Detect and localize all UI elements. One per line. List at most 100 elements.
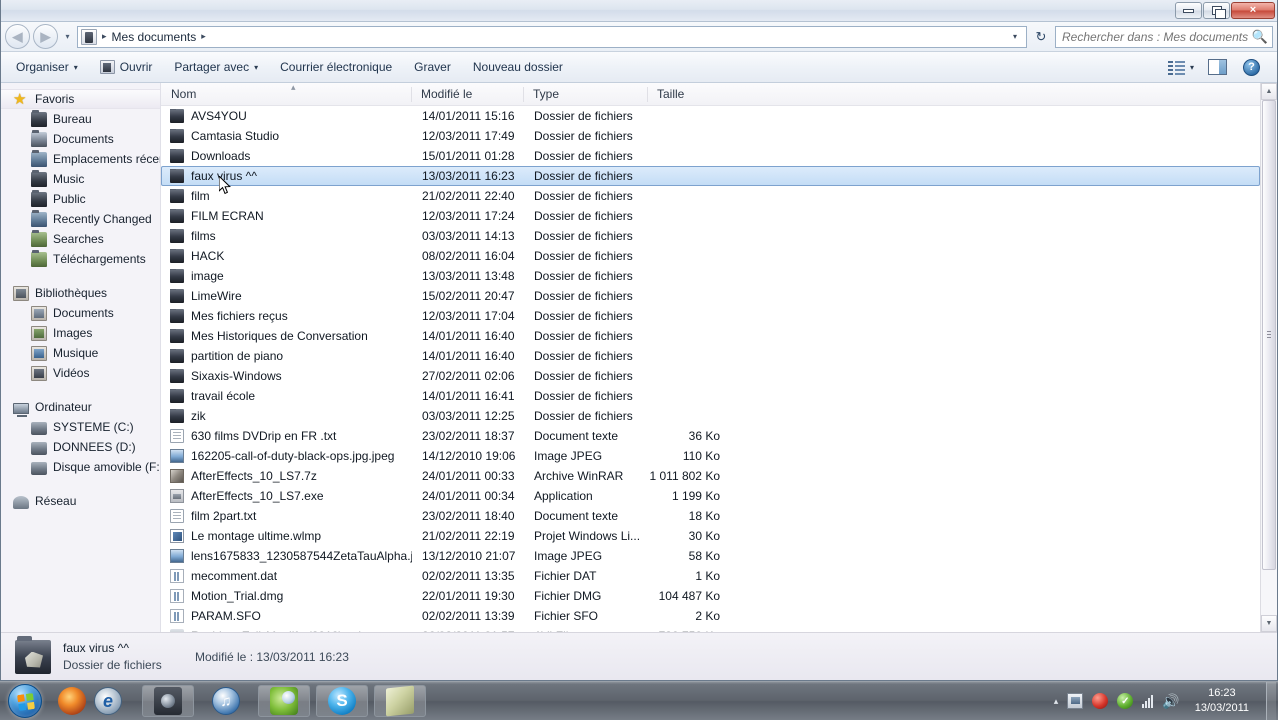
firefox-icon[interactable]: [58, 687, 86, 715]
sidebar-item-favoris[interactable]: Favoris: [1, 89, 160, 109]
taskbar-button-itunes[interactable]: [200, 685, 252, 717]
cell-name: zik: [162, 409, 412, 423]
taskbar-button-notepad[interactable]: [374, 685, 426, 717]
change-view-button[interactable]: ▾: [1163, 55, 1199, 79]
history-dropdown-button[interactable]: ▾: [61, 24, 74, 49]
table-row[interactable]: films 03/03/2011 14:13 Dossier de fichiers: [161, 226, 1260, 246]
column-header-name[interactable]: Nom ▴: [161, 82, 411, 106]
table-row[interactable]: LimeWire 15/02/2011 20:47 Dossier de fichi…: [161, 286, 1260, 306]
address-dropdown-icon[interactable]: ▾: [1007, 27, 1023, 47]
sidebar-item-library-documents[interactable]: Documents: [1, 303, 160, 323]
table-row[interactable]: lens1675833_1230587544ZetaTauAlpha.jp...…: [161, 546, 1260, 566]
forward-button[interactable]: ▶: [33, 24, 58, 49]
table-row[interactable]: travail école 14/01/2011 16:41 Dossier de …: [161, 386, 1260, 406]
table-row[interactable]: Mes Historiques de Conversation 14/01/201…: [161, 326, 1260, 346]
table-row[interactable]: film 21/02/2011 22:40 Dossier de fichiers: [161, 186, 1260, 206]
sidebar-item-ordinateur[interactable]: Ordinateur: [1, 397, 160, 417]
close-button[interactable]: ×: [1231, 2, 1275, 19]
table-row[interactable]: AVS4YOU 14/01/2011 15:16 Dossier de fichie…: [161, 106, 1260, 126]
search-box[interactable]: 🔍: [1055, 25, 1273, 48]
table-row[interactable]: Le montage ultime.wlmp 21/02/2011 22:19 Pr…: [161, 526, 1260, 546]
table-row[interactable]: 162205-call-of-duty-black-ops.jpg.jpeg 14…: [161, 446, 1260, 466]
flag-action-center-icon[interactable]: [1067, 693, 1084, 709]
open-button[interactable]: Ouvrir: [89, 55, 164, 79]
navigation-pane[interactable]: Favoris Bureau Documents Emplacements ré…: [1, 83, 161, 632]
table-row[interactable]: mecomment.dat 02/02/2011 13:35 Fichier DAT…: [161, 566, 1260, 586]
folder-icon: [170, 109, 184, 123]
share-with-button[interactable]: Partager avec ▾: [163, 55, 269, 79]
sidebar-item-public[interactable]: Public: [1, 189, 160, 209]
column-header-date[interactable]: Modifié le: [411, 83, 523, 106]
column-header-type[interactable]: Type: [523, 83, 647, 106]
desktop-folder-icon: [31, 109, 47, 127]
table-row[interactable]: Downloads 15/01/2011 01:28 Dossier de fich…: [161, 146, 1260, 166]
cell-date: 15/01/2011 01:28: [422, 149, 515, 163]
sidebar-item-telechargements[interactable]: Téléchargements: [1, 249, 160, 269]
minimize-button[interactable]: [1175, 2, 1202, 19]
sidebar-item-library-videos[interactable]: Vidéos: [1, 363, 160, 383]
table-row[interactable]: image 13/03/2011 13:48 Dossier de fichiers: [161, 266, 1260, 286]
sidebar-item-drive-f[interactable]: Disque amovible (F:): [1, 457, 160, 477]
scroll-down-button[interactable]: ▼: [1261, 615, 1277, 632]
vertical-scrollbar[interactable]: ▲ ▼: [1260, 83, 1277, 632]
table-row[interactable]: faux virus ^^ 13/03/2011 16:23 Dossier de …: [161, 166, 1260, 186]
show-hidden-icons-icon[interactable]: ▴: [1054, 696, 1059, 707]
table-row[interactable]: Camtasia Studio 12/03/2011 17:49 Dossier d…: [161, 126, 1260, 146]
sidebar-item-library-musique[interactable]: Musique: [1, 343, 160, 363]
sidebar-item-drive-d[interactable]: DONNEES (D:): [1, 437, 160, 457]
table-row[interactable]: Sixaxis-Windows 27/02/2011 02:06 Dossier d…: [161, 366, 1260, 386]
help-button[interactable]: ?: [1236, 55, 1267, 79]
scroll-up-button[interactable]: ▲: [1261, 83, 1277, 100]
scrollbar-thumb[interactable]: [1262, 100, 1276, 570]
green-shield-icon[interactable]: [1117, 693, 1134, 709]
sidebar-item-drive-c[interactable]: SYSTEME (C:): [1, 417, 160, 437]
table-row[interactable]: HACK 08/02/2011 16:04 Dossier de fichiers: [161, 246, 1260, 266]
search-input[interactable]: [1062, 29, 1252, 44]
sidebar-item-reseau[interactable]: Réseau: [1, 491, 160, 511]
address-bar[interactable]: ▸ Mes documents ▸ ▾: [77, 25, 1027, 48]
maximize-button[interactable]: [1203, 2, 1230, 19]
taskbar-button-camtasia[interactable]: [142, 685, 194, 717]
sidebar-item-documents[interactable]: Documents: [1, 129, 160, 149]
sidebar-item-bureau[interactable]: Bureau: [1, 109, 160, 129]
new-folder-button[interactable]: Nouveau dossier: [462, 55, 574, 79]
sidebar-item-library-images[interactable]: Images: [1, 323, 160, 343]
start-button[interactable]: [2, 683, 48, 719]
internet-explorer-icon[interactable]: [94, 687, 122, 715]
column-header-size[interactable]: Taille: [647, 83, 727, 106]
table-row[interactable]: Mes fichiers reçus 12/03/2011 17:04 Dossie…: [161, 306, 1260, 326]
breadcrumb-current[interactable]: Mes documents: [112, 30, 197, 44]
back-button[interactable]: ◀: [5, 24, 30, 49]
sidebar-item-searches[interactable]: Searches: [1, 229, 160, 249]
cell-type: Archive WinRAR: [534, 469, 624, 483]
network-signal-icon[interactable]: [1142, 694, 1154, 708]
table-row[interactable]: FILM ECRAN 12/03/2011 17:24 Dossier de fic…: [161, 206, 1260, 226]
red-circle-icon[interactable]: [1092, 693, 1109, 709]
table-row[interactable]: 630 films DVDrip en FR .txt 23/02/2011 18…: [161, 426, 1260, 446]
organize-button[interactable]: Organiser ▾: [5, 55, 89, 79]
table-row[interactable]: partition de piano 14/01/2011 16:40 Dossie…: [161, 346, 1260, 366]
show-desktop-button[interactable]: [1266, 681, 1276, 720]
breadcrumb-separator-end-icon[interactable]: ▸: [198, 31, 209, 42]
table-row[interactable]: zik 03/03/2011 12:25 Dossier de fichiers: [161, 406, 1260, 426]
sidebar-item-music[interactable]: Music: [1, 169, 160, 189]
sidebar-item-emplacements-recents[interactable]: Emplacements récen: [1, 149, 160, 169]
taskbar-button-skype[interactable]: [316, 685, 368, 717]
clock[interactable]: 16:23 13/03/2011: [1189, 686, 1255, 716]
refresh-button[interactable]: ↻: [1030, 26, 1052, 48]
table-row[interactable]: AfterEffects_10_LS7.exe 24/01/2011 00:34 A…: [161, 486, 1260, 506]
taskbar-button-msn[interactable]: [258, 685, 310, 717]
table-row[interactable]: Motion_Trial.dmg 22/01/2011 19:30 Fichier …: [161, 586, 1260, 606]
email-button[interactable]: Courrier électronique: [269, 55, 403, 79]
table-row[interactable]: PARAM.SFO 02/02/2011 13:39 Fichier SFO 2 Ko: [161, 606, 1260, 626]
table-row[interactable]: Resident Evil Afterlife (2010).avi 26/02/…: [161, 626, 1260, 632]
burn-button[interactable]: Graver: [403, 55, 462, 79]
file-rows[interactable]: AVS4YOU 14/01/2011 15:16 Dossier de fichie…: [161, 106, 1260, 632]
scrollbar-track[interactable]: [1261, 100, 1277, 615]
sidebar-item-recently-changed[interactable]: Recently Changed: [1, 209, 160, 229]
table-row[interactable]: AfterEffects_10_LS7.7z 24/01/2011 00:33 Ar…: [161, 466, 1260, 486]
volume-icon[interactable]: 🔊: [1162, 693, 1179, 710]
preview-pane-button[interactable]: [1201, 55, 1234, 79]
table-row[interactable]: film 2part.txt 23/02/2011 18:40 Document t…: [161, 506, 1260, 526]
sidebar-item-bibliotheques[interactable]: Bibliothèques: [1, 283, 160, 303]
